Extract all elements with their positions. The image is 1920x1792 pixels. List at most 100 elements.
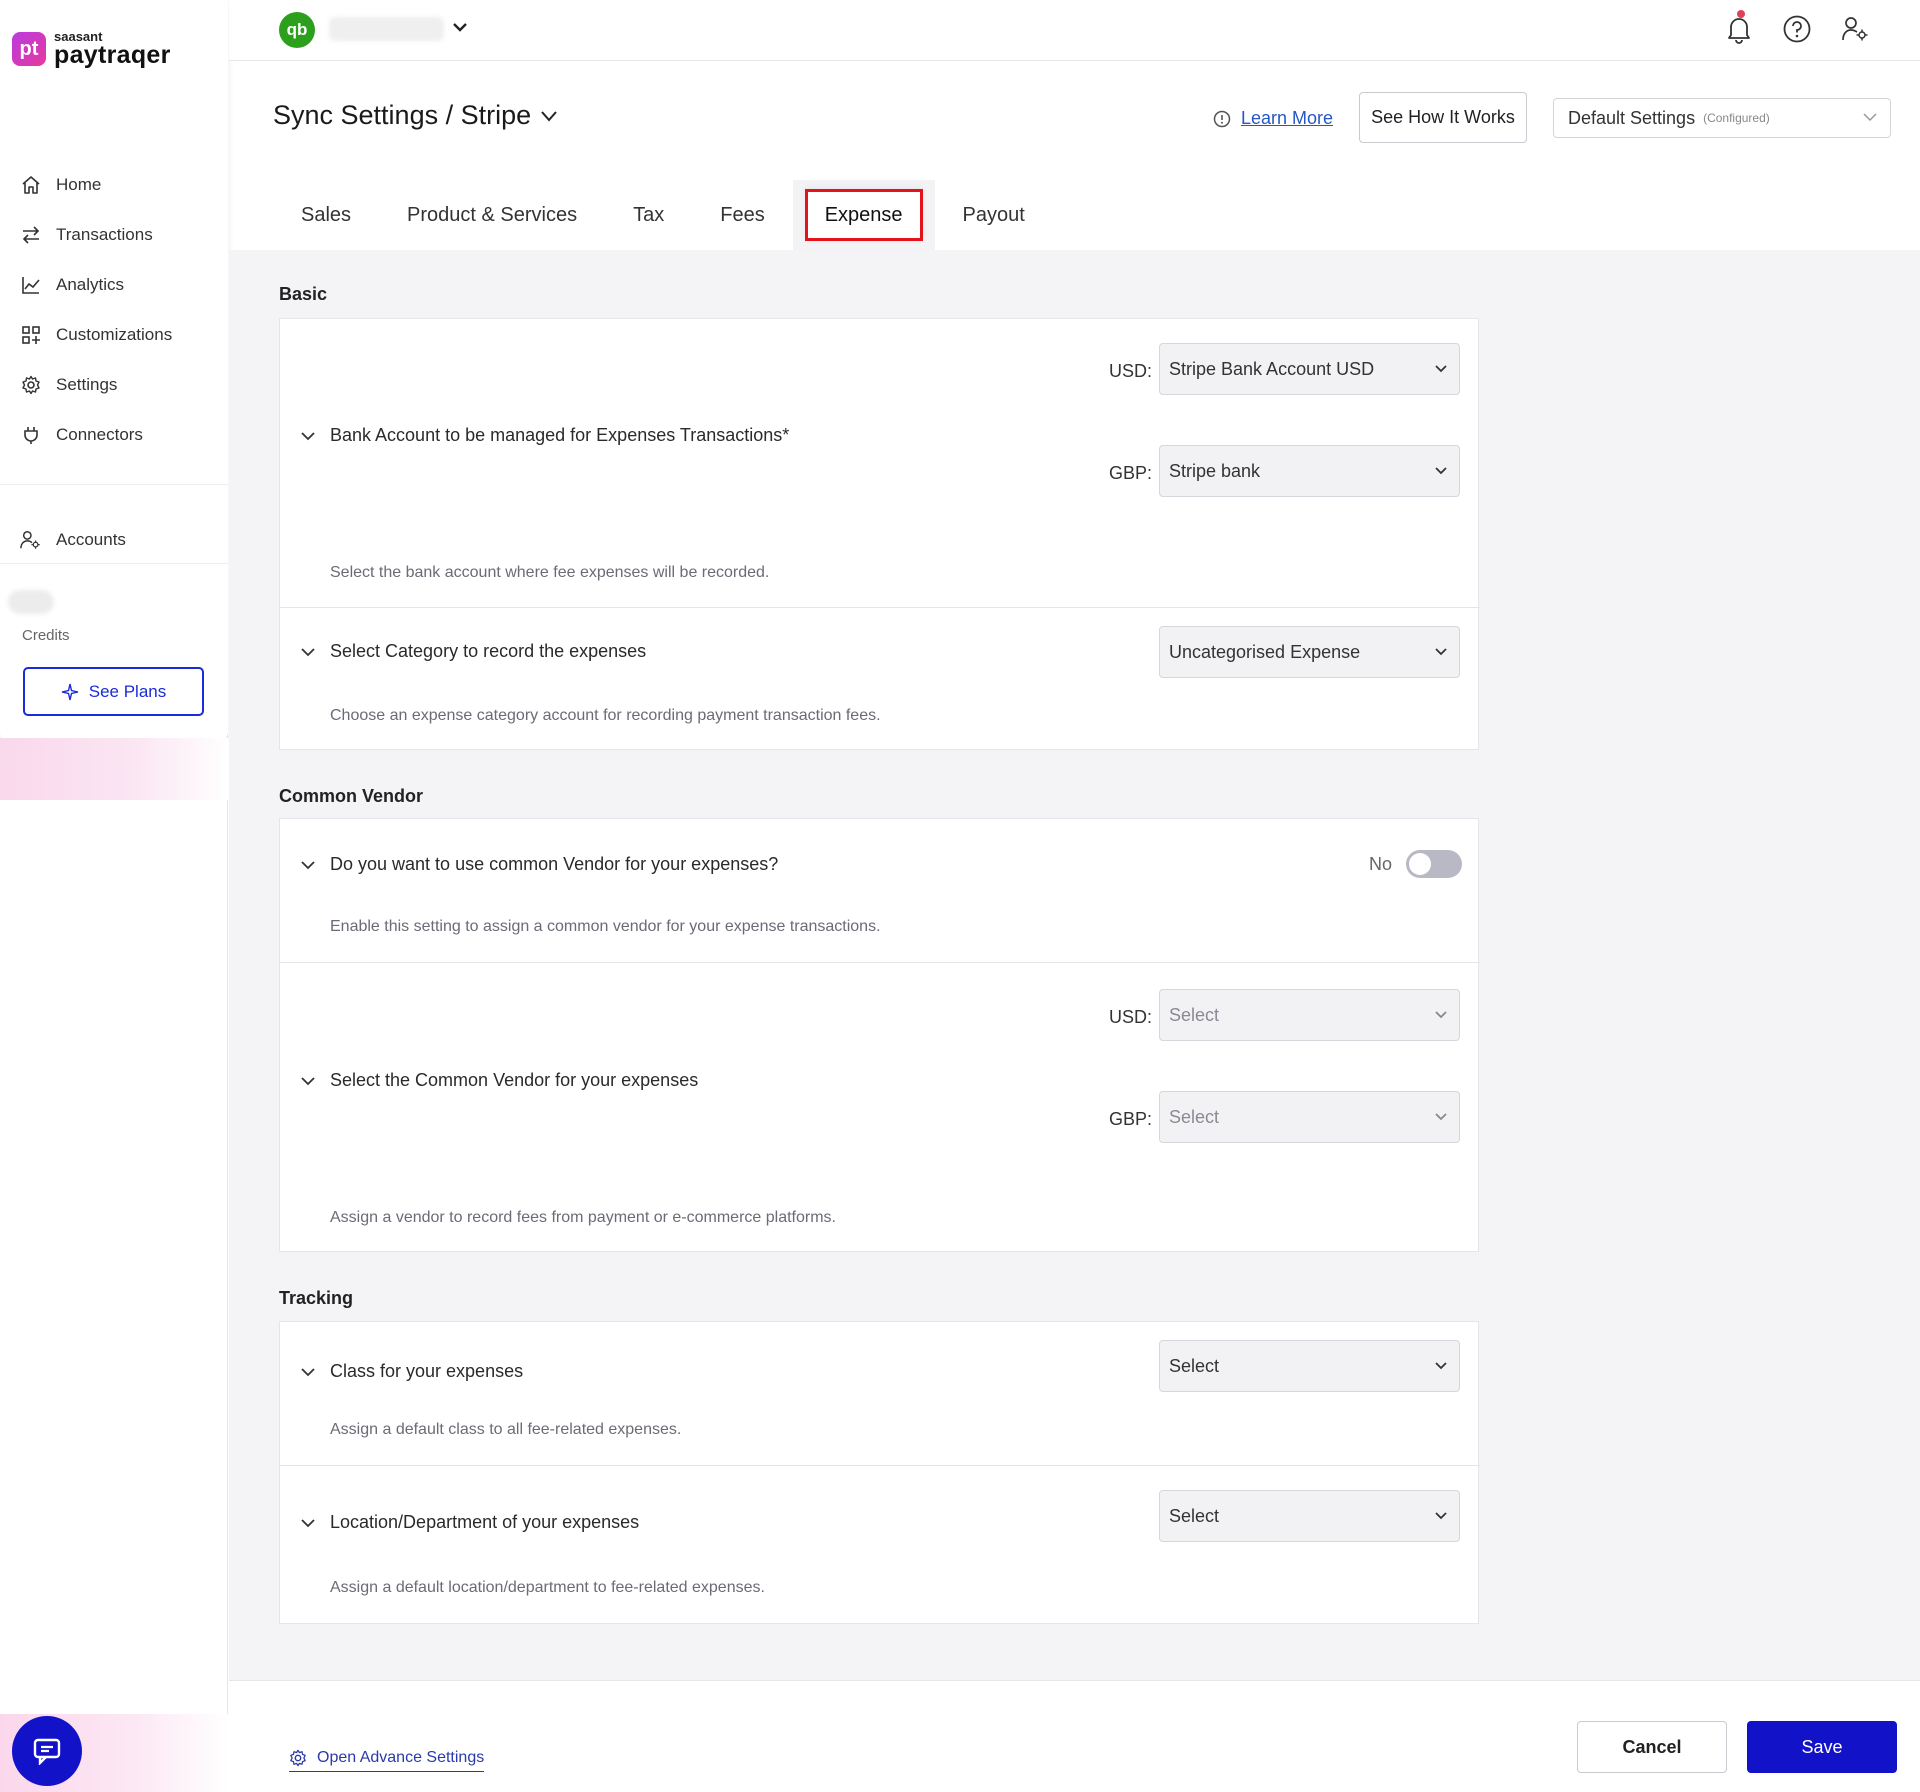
common-vendor-card: Do you want to use common Vendor for you… bbox=[279, 818, 1480, 1253]
chevron-down-icon bbox=[1435, 1113, 1447, 1121]
save-button[interactable]: Save bbox=[1747, 1721, 1897, 1773]
sidebar-item-home[interactable]: Home bbox=[20, 160, 172, 210]
sidebar-item-label: Analytics bbox=[56, 275, 125, 294]
category-description: Choose an expense category account for r… bbox=[330, 707, 881, 724]
bell-icon[interactable] bbox=[1724, 10, 1754, 44]
cancel-button[interactable]: Cancel bbox=[1577, 1721, 1727, 1773]
toggle-state-label: No bbox=[1368, 853, 1392, 874]
user-gear-icon bbox=[20, 529, 42, 551]
user-settings-icon[interactable] bbox=[1840, 14, 1870, 44]
app-logo[interactable]: pt saasant paytraqer bbox=[12, 30, 171, 68]
open-advance-settings-link[interactable]: Open Advance Settings bbox=[289, 1749, 485, 1772]
class-select[interactable]: Select bbox=[1159, 1340, 1460, 1392]
help-icon[interactable] bbox=[1782, 14, 1812, 44]
category-title: Select Category to record the expenses bbox=[330, 641, 647, 661]
chevron-down-icon[interactable] bbox=[300, 857, 316, 873]
expense-category-select[interactable]: Uncategorised Expense bbox=[1159, 626, 1460, 678]
chevron-down-icon bbox=[1435, 1011, 1447, 1019]
chevron-down-icon[interactable] bbox=[300, 644, 316, 660]
learn-more-link[interactable]: Learn More bbox=[1213, 108, 1333, 129]
quickbooks-logo: qb bbox=[279, 12, 315, 48]
chevron-down-icon[interactable] bbox=[300, 428, 316, 444]
gear-icon bbox=[290, 1749, 306, 1767]
sidebar-item-label: Settings bbox=[56, 375, 118, 394]
company-name-redacted[interactable] bbox=[329, 17, 444, 41]
settings-profile-status: (Configured) bbox=[1703, 111, 1770, 125]
chevron-down-icon[interactable] bbox=[300, 1364, 316, 1380]
usd-label: USD: bbox=[1108, 361, 1152, 381]
chevron-down-icon bbox=[1435, 365, 1447, 373]
use-common-vendor-toggle[interactable] bbox=[1406, 850, 1462, 878]
topbar-actions bbox=[1724, 10, 1870, 44]
page-title[interactable]: Sync Settings / Stripe bbox=[273, 100, 559, 131]
class-title: Class for your expenses bbox=[330, 1361, 524, 1381]
tab-tax[interactable]: Tax bbox=[605, 189, 692, 241]
learn-more-label: Learn More bbox=[1241, 108, 1334, 128]
chevron-down-icon bbox=[1863, 113, 1877, 122]
bank-account-title: Bank Account to be managed for Expenses … bbox=[330, 425, 790, 445]
chevron-down-icon[interactable] bbox=[300, 1515, 316, 1531]
chevron-down-icon[interactable] bbox=[451, 18, 469, 41]
gbp-label: GBP: bbox=[1108, 463, 1152, 483]
sidebar-item-analytics[interactable]: Analytics bbox=[20, 260, 172, 310]
advance-settings-label: Open Advance Settings bbox=[317, 1749, 485, 1766]
home-icon bbox=[20, 174, 42, 196]
sparkle-icon bbox=[61, 683, 78, 700]
see-plans-label: See Plans bbox=[88, 681, 167, 701]
chat-button[interactable] bbox=[12, 1716, 82, 1786]
toggle-knob bbox=[1409, 853, 1431, 875]
sidebar-item-settings[interactable]: Settings bbox=[20, 360, 172, 410]
see-how-it-works-button[interactable]: See How It Works bbox=[1359, 92, 1527, 143]
select-value: Select bbox=[1169, 1355, 1220, 1376]
use-vendor-toggle-group: No bbox=[1369, 850, 1462, 878]
select-vendor-description: Assign a vendor to record fees from paym… bbox=[330, 1209, 836, 1226]
gbp-vendor-select[interactable]: Select bbox=[1159, 1091, 1460, 1143]
page-title-text: Sync Settings / Stripe bbox=[273, 100, 532, 130]
see-plans-button[interactable]: See Plans bbox=[23, 667, 204, 716]
plug-icon bbox=[20, 424, 42, 446]
tab-fees[interactable]: Fees bbox=[692, 189, 792, 241]
bank-account-description: Select the bank account where fee expens… bbox=[330, 564, 770, 581]
settings-tabs: Sales Product & Services Tax Fees Expens… bbox=[273, 180, 1053, 250]
chevron-down-icon[interactable] bbox=[300, 1073, 316, 1089]
use-vendor-row: Do you want to use common Vendor for you… bbox=[280, 819, 1480, 963]
usd-bank-account-select[interactable]: Stripe Bank Account USD bbox=[1159, 343, 1460, 395]
grid-icon bbox=[20, 324, 42, 346]
sidebar-item-accounts[interactable]: Accounts bbox=[20, 515, 126, 565]
sidebar-item-label: Connectors bbox=[56, 425, 143, 444]
gbp-bank-account-select[interactable]: Stripe bank bbox=[1159, 445, 1460, 497]
location-select[interactable]: Select bbox=[1159, 1490, 1460, 1542]
usd-vendor-select[interactable]: Select bbox=[1159, 989, 1460, 1041]
info-icon bbox=[1213, 110, 1231, 127]
sidebar-divider bbox=[0, 484, 228, 485]
chevron-down-icon bbox=[1435, 467, 1447, 475]
sidebar: pt saasant paytraqer Home Transactions A… bbox=[0, 0, 228, 1792]
select-value: Select bbox=[1169, 1106, 1220, 1127]
tab-expense[interactable]: Expense bbox=[804, 189, 923, 241]
category-row: Select Category to record the expenses U… bbox=[280, 608, 1480, 751]
sidebar-item-transactions[interactable]: Transactions bbox=[20, 210, 172, 260]
redacted-credits-value bbox=[8, 590, 54, 614]
chevron-down-icon bbox=[541, 110, 557, 122]
logo-name: paytraqer bbox=[54, 41, 171, 69]
usd-label: USD: bbox=[1108, 1007, 1152, 1027]
use-vendor-description: Enable this setting to assign a common v… bbox=[330, 918, 881, 935]
basic-card: Bank Account to be managed for Expenses … bbox=[279, 318, 1480, 751]
settings-profile-select[interactable]: Default Settings (Configured) bbox=[1553, 98, 1891, 138]
tab-payout[interactable]: Payout bbox=[935, 189, 1053, 241]
sidebar-item-connectors[interactable]: Connectors bbox=[20, 410, 172, 460]
gear-icon bbox=[20, 374, 42, 396]
location-description: Assign a default location/department to … bbox=[330, 1579, 765, 1596]
footer-bar: Open Advance Settings Cancel Save bbox=[229, 1680, 1920, 1792]
class-row: Class for your expenses Select Assign a … bbox=[280, 1322, 1480, 1466]
sidebar-decoration bbox=[0, 738, 228, 800]
topbar: qb bbox=[229, 0, 1920, 61]
chart-icon bbox=[20, 274, 42, 296]
tab-product-services[interactable]: Product & Services bbox=[379, 189, 605, 241]
location-row: Location/Department of your expenses Sel… bbox=[280, 1466, 1480, 1625]
sidebar-item-customizations[interactable]: Customizations bbox=[20, 310, 172, 360]
location-title: Location/Department of your expenses bbox=[330, 1512, 640, 1532]
section-title-common-vendor: Common Vendor bbox=[279, 786, 424, 806]
tab-sales[interactable]: Sales bbox=[273, 189, 379, 241]
select-vendor-row: Select the Common Vendor for your expens… bbox=[280, 963, 1480, 1253]
